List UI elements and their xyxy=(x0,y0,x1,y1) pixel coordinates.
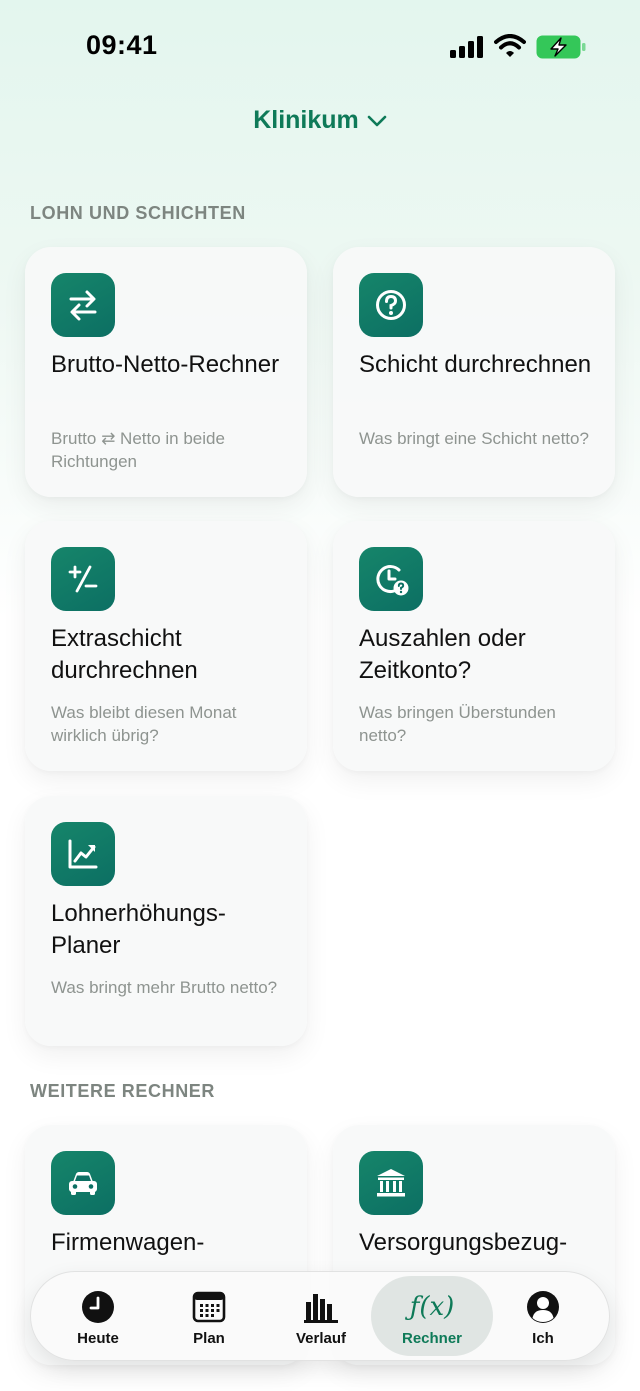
card-subtitle: Was bringen Überstunden netto? xyxy=(359,703,556,745)
clock-icon xyxy=(82,1291,114,1323)
bar-chart-icon xyxy=(304,1294,338,1323)
card-title: Extraschicht durchrechnen xyxy=(51,625,198,684)
chart-trend-icon xyxy=(51,822,115,886)
location-label: Klinikum xyxy=(253,106,359,134)
tab-bar: Heute Plan Verlauf ƒ(x) Rechner Ich xyxy=(30,1271,610,1361)
question-circle-icon xyxy=(359,273,423,337)
card-title: Schicht durchrechnen xyxy=(359,351,592,378)
section-title-weitere: WEITERE RECHNER xyxy=(30,1081,216,1101)
tab-label: Heute xyxy=(77,1330,119,1347)
status-bar: 09:41 xyxy=(0,0,640,95)
tab-plan[interactable]: Plan xyxy=(153,1276,265,1356)
card-extraschicht-durchrechnen[interactable]: Extraschicht durchrechnen Was bleibt die… xyxy=(25,521,307,771)
chevron-down-icon xyxy=(367,115,387,126)
card-title: Auszahlen oder Zeitkonto? xyxy=(359,625,526,684)
wifi-icon xyxy=(494,34,526,57)
plus-minus-icon xyxy=(51,547,115,611)
card-title: Firmenwagen- xyxy=(51,1229,205,1256)
person-icon xyxy=(527,1291,559,1323)
calendar-icon xyxy=(192,1291,226,1323)
card-title: Lohnerhöhungs-Planer xyxy=(51,900,226,959)
tab-label: Ich xyxy=(532,1330,554,1347)
cellular-signal-icon xyxy=(450,36,483,58)
card-title: Brutto-Netto-Rechner xyxy=(51,351,280,378)
tab-rechner[interactable]: ƒ(x) Rechner xyxy=(371,1276,493,1356)
car-icon xyxy=(51,1151,115,1215)
card-subtitle: Was bringt eine Schicht netto? xyxy=(359,429,589,448)
bank-building-icon xyxy=(359,1151,423,1215)
card-subtitle: Was bringt mehr Brutto netto? xyxy=(51,978,278,997)
card-schicht-durchrechnen[interactable]: Schicht durchrechnen Was bringt eine Sch… xyxy=(333,247,615,497)
status-time: 09:41 xyxy=(86,30,158,60)
battery-charging-icon xyxy=(536,35,586,59)
card-auszahlen-oder-zeitkonto[interactable]: Auszahlen oder Zeitkonto? Was bringen Üb… xyxy=(333,521,615,771)
card-subtitle: Was bleibt diesen Monat wirklich übrig? xyxy=(51,703,237,745)
tab-label: Plan xyxy=(193,1330,225,1347)
tab-label: Verlauf xyxy=(295,1330,347,1347)
location-selector[interactable]: Klinikum xyxy=(0,106,640,135)
fx-icon: ƒ(x) xyxy=(409,1292,455,1322)
tab-label: Rechner xyxy=(401,1330,463,1347)
tab-verlauf[interactable]: Verlauf xyxy=(265,1276,377,1356)
swap-arrows-icon xyxy=(51,273,115,337)
tab-ich[interactable]: Ich xyxy=(487,1276,599,1356)
section-title-lohn: LOHN UND SCHICHTEN xyxy=(30,203,246,223)
clock-question-icon xyxy=(359,547,423,611)
tab-heute[interactable]: Heute xyxy=(42,1276,154,1356)
card-lohnerhoehungs-planer[interactable]: Lohnerhöhungs-Planer Was bringt mehr Bru… xyxy=(25,796,307,1046)
card-brutto-netto-rechner[interactable]: Brutto-Netto-Rechner Brutto ⇄ Netto in b… xyxy=(25,247,307,497)
card-subtitle: Brutto ⇄ Netto in beide Richtungen xyxy=(51,429,225,471)
card-title: Versorgungsbezug- xyxy=(359,1229,568,1256)
